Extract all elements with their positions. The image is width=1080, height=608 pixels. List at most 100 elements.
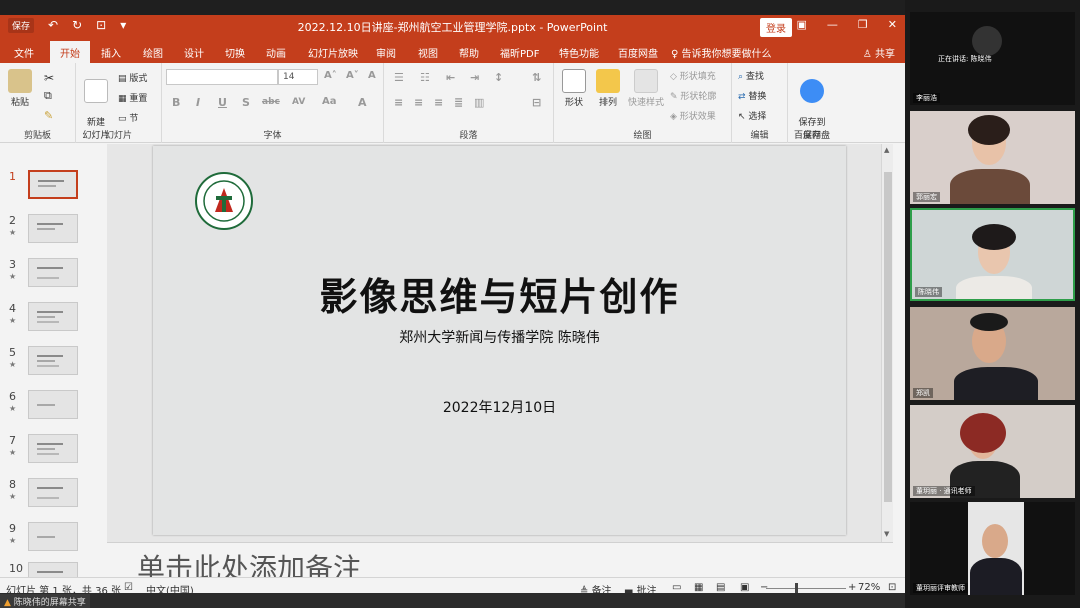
tab-foxit-pdf[interactable]: 福昕PDF [500, 45, 539, 60]
justify-icon[interactable]: ≣ [454, 96, 463, 109]
shape-button[interactable]: 形状 [560, 69, 588, 108]
video-tile-6[interactable]: 董玥丽评审教师 [910, 502, 1075, 595]
underline-button[interactable]: U [218, 96, 227, 109]
shape-outline-button[interactable]: ✎ 形状轮廓 [670, 89, 716, 102]
thumbnail-6[interactable]: 6 ★ [0, 390, 107, 430]
vertical-scrollbar[interactable]: ▲ ▼ [881, 144, 893, 542]
slide-subtitle[interactable]: 郑州大学新闻与传播学院 陈晓伟 [153, 327, 846, 347]
paste-button[interactable]: 粘贴 [6, 69, 34, 108]
font-color-button[interactable]: A [358, 96, 367, 109]
reading-view-icon[interactable]: ▤ [716, 582, 725, 593]
video-tile-4[interactable]: 郑凯 [910, 307, 1075, 400]
tab-baidu[interactable]: 百度网盘 [618, 45, 658, 60]
tab-transitions[interactable]: 切换 [225, 45, 245, 60]
shape-effect-button[interactable]: ◈ 形状效果 [670, 109, 716, 122]
bullets-icon[interactable]: ☰ [394, 71, 404, 84]
thumbnail-9[interactable]: 9 ★ [0, 522, 107, 562]
video-tile-3[interactable]: 陈晓伟 [910, 208, 1075, 301]
thumbnail-7[interactable]: 7 ★ [0, 434, 107, 474]
indent-increase-icon[interactable]: ⇥ [470, 71, 479, 84]
tab-insert[interactable]: 插入 [101, 45, 121, 60]
line-spacing-icon[interactable]: ↕ [494, 71, 503, 84]
select-button[interactable]: ↖ 选择 [738, 109, 766, 122]
zoom-in-icon[interactable]: + [848, 582, 856, 593]
scroll-thumb[interactable] [884, 172, 892, 502]
bold-button[interactable]: B [172, 96, 180, 109]
video-tile-1[interactable]: 正在讲话: 陈晓伟 李丽浩 [910, 12, 1075, 105]
thumbnail-2[interactable]: 2 ★ [0, 214, 107, 254]
format-painter-icon[interactable]: ✎ [44, 109, 53, 122]
powerpoint-window: 保存 ↶ ↻ ⊡ ▾ 2022.12.10日讲座-郑州航空工业管理学院.pptx… [0, 15, 905, 597]
login-button[interactable]: 登录 [760, 18, 792, 37]
text-direction-icon[interactable]: ⇅ [532, 71, 541, 84]
thumbnail-3[interactable]: 3 ★ [0, 258, 107, 298]
font-size-input[interactable]: 14 [278, 69, 318, 85]
slide-sorter-icon[interactable]: ▦ [694, 582, 703, 593]
tab-file[interactable]: 文件 [14, 45, 34, 60]
zoom-slider-knob[interactable] [795, 583, 798, 593]
slideshow-icon[interactable]: ▣ [740, 582, 749, 593]
italic-button[interactable]: I [196, 96, 200, 109]
slide-canvas[interactable]: 影像思维与短片创作 郑州大学新闻与传播学院 陈晓伟 2022年12月10日 [153, 146, 846, 535]
indent-decrease-icon[interactable]: ⇤ [446, 71, 455, 84]
shadow-button[interactable]: S [242, 96, 250, 109]
align-center-icon[interactable]: ≡ [414, 96, 423, 109]
copy-icon[interactable]: ⧉ [44, 89, 52, 103]
cut-icon[interactable]: ✂ [44, 71, 54, 85]
screen-share-indicator[interactable]: ▲ 陈晓伟的屏幕共享 [0, 594, 90, 608]
slide-title[interactable]: 影像思维与短片创作 [153, 266, 846, 321]
change-case-button[interactable]: Aa [322, 96, 337, 107]
tab-special[interactable]: 特色功能 [559, 45, 599, 60]
reset-button[interactable]: ▦ 重置 [118, 91, 147, 104]
scroll-up-icon[interactable]: ▲ [884, 146, 889, 154]
tab-draw[interactable]: 绘图 [143, 45, 163, 60]
thumbnail-5[interactable]: 5 ★ [0, 346, 107, 386]
close-icon[interactable]: ✕ [888, 18, 897, 31]
share-button[interactable]: ♙ 共享 [863, 45, 895, 60]
arrange-button[interactable]: 排列 [594, 69, 622, 108]
columns-icon[interactable]: ▥ [474, 96, 484, 109]
minimize-icon[interactable]: — [827, 18, 838, 31]
notes-pane[interactable]: 单击此处添加备注 [107, 542, 893, 577]
tab-view[interactable]: 视图 [418, 45, 438, 60]
ribbon-display-icon[interactable]: ▣ [797, 18, 807, 31]
replace-button[interactable]: ⇄ 替换 [738, 89, 766, 102]
tab-home[interactable]: 开始 [50, 41, 90, 63]
section-button[interactable]: ▭ 节 [118, 111, 138, 124]
slide-date[interactable]: 2022年12月10日 [153, 397, 846, 417]
thumbnail-4[interactable]: 4 ★ [0, 302, 107, 342]
normal-view-icon[interactable]: ▭ [672, 582, 681, 593]
align-right-icon[interactable]: ≡ [434, 96, 443, 109]
tell-me-search[interactable]: ♀ 告诉我你想要做什么 [671, 45, 772, 60]
increase-font-icon[interactable]: A˄ [324, 70, 337, 81]
quick-style-button[interactable]: 快速样式 [626, 69, 666, 108]
shape-fill-button[interactable]: ◇ 形状填充 [670, 69, 716, 82]
align-text-icon[interactable]: ⊟ [532, 96, 541, 109]
tab-review[interactable]: 审阅 [376, 45, 396, 60]
clear-format-icon[interactable]: A [368, 70, 376, 81]
align-left-icon[interactable]: ≡ [394, 96, 403, 109]
font-name-input[interactable] [166, 69, 278, 85]
zoom-slider[interactable] [766, 588, 846, 589]
thumbnail-1[interactable]: 1 [0, 170, 107, 210]
decrease-font-icon[interactable]: A˅ [346, 70, 359, 81]
zoom-level[interactable]: 72% [858, 582, 880, 593]
video-tile-2[interactable]: 郭丽宏 [910, 111, 1075, 204]
thumbnail-8[interactable]: 8 ★ [0, 478, 107, 518]
spellcheck-icon[interactable]: ☑ [124, 582, 133, 593]
strikethrough-button[interactable]: abc [262, 97, 280, 107]
numbering-icon[interactable]: ☷ [420, 71, 430, 84]
scroll-down-icon[interactable]: ▼ [884, 530, 889, 538]
tab-slideshow[interactable]: 幻灯片放映 [308, 45, 358, 60]
video-tile-5[interactable]: 董玥丽 · 通讯老师 [910, 405, 1075, 498]
find-button[interactable]: ⌕ 查找 [738, 69, 764, 82]
shapes-icon [562, 69, 586, 93]
maximize-icon[interactable]: ❐ [858, 18, 868, 31]
tab-design[interactable]: 设计 [184, 45, 204, 60]
char-spacing-button[interactable]: AV [292, 97, 305, 107]
tab-help[interactable]: 帮助 [459, 45, 479, 60]
tab-animations[interactable]: 动画 [266, 45, 286, 60]
thumbnail-10[interactable]: 10 [0, 562, 107, 577]
fit-slide-icon[interactable]: ⊡ [888, 582, 896, 593]
layout-button[interactable]: ▤ 版式 [118, 71, 147, 84]
